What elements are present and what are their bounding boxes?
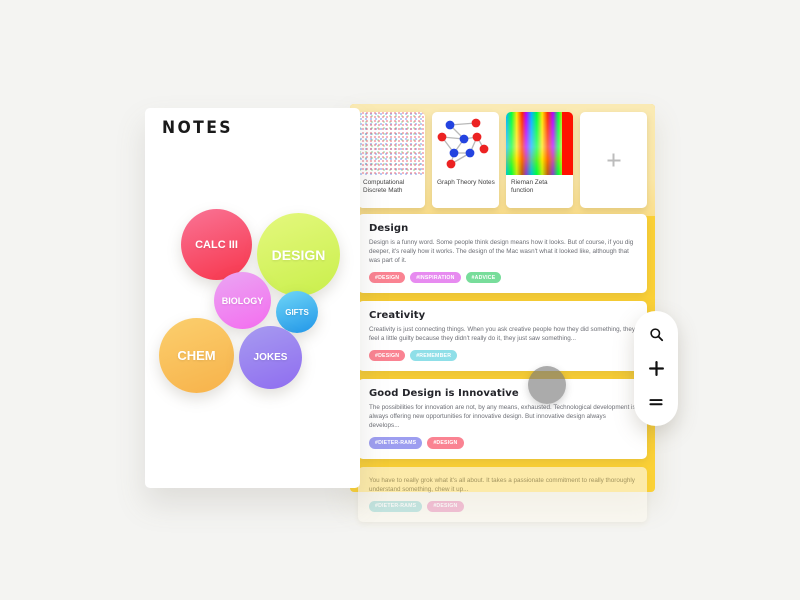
tag-chip[interactable]: #DESIGN	[369, 350, 406, 362]
category-bubble[interactable]: BIOLOGY	[214, 272, 271, 329]
cursor-pointer	[528, 366, 566, 404]
category-bubble-label: DESIGN	[271, 246, 326, 263]
category-bubble[interactable]: DESIGN	[257, 213, 340, 296]
tag-chip[interactable]: #DESIGN	[369, 272, 406, 284]
thumbnail-card[interactable]: Graph Theory Notes	[432, 112, 499, 208]
category-bubble-label: CALC III	[195, 238, 238, 251]
note-card[interactable]: Good Design is Innovative The possibiliti…	[358, 379, 647, 459]
tag-chip[interactable]: #REMEMBER	[410, 350, 458, 362]
tag-chip[interactable]: #ADVICE	[465, 272, 502, 284]
floating-toolbar	[634, 311, 678, 426]
thumbnail-label: Computational Discrete Math	[358, 175, 425, 208]
thumbnail-label: Rieman Zeta function	[506, 175, 573, 208]
menu-icon[interactable]	[645, 391, 667, 413]
note-card-list: Design Design is a funny word. Some peopl…	[358, 214, 647, 530]
note-card[interactable]: Design Design is a funny word. Some peopl…	[358, 214, 647, 294]
category-bubble[interactable]: CALC III	[181, 209, 252, 280]
category-bubble-label: CHEM	[177, 348, 216, 363]
category-bubble-label: JOKES	[253, 352, 288, 363]
note-card-body: The possibilities for innovation are not…	[369, 404, 636, 430]
notes-panel: NOTES CALC III DESIGN BIOLOGY GIFTS CHEM JOKE…	[145, 108, 360, 488]
note-card-tags: #DESIGN #REMEMBER	[369, 350, 636, 362]
add-icon[interactable]	[645, 357, 667, 379]
category-bubble[interactable]: JOKES	[239, 326, 302, 389]
category-bubble-label: BIOLOGY	[221, 295, 264, 306]
note-card-tags: #DESIGN #INSPIRATION #ADVICE	[369, 272, 636, 284]
note-card-body: Creativity is just connecting things. Wh…	[369, 326, 636, 343]
tag-chip[interactable]: #INSPIRATION	[410, 272, 461, 284]
board-panel: Computational Discrete Math Graph Theory …	[350, 104, 655, 522]
category-bubble[interactable]: CHEM	[159, 318, 234, 393]
search-icon[interactable]	[645, 324, 667, 346]
tag-chip[interactable]: #DESIGN	[427, 437, 464, 449]
add-plus-icon	[607, 153, 620, 167]
graph-network-art	[432, 112, 499, 175]
note-card-tags: #DIETER-RAMS #DESIGN	[369, 437, 636, 449]
category-bubble-cloud: CALC III DESIGN BIOLOGY GIFTS CHEM JOKES	[145, 108, 360, 488]
category-bubble-label: GIFTS	[285, 307, 309, 317]
dots-pattern-art	[358, 112, 425, 175]
note-card-body: Design is a funny word. Some people thin…	[369, 239, 634, 264]
thumbnail-label: Graph Theory Notes	[432, 175, 499, 208]
thumbnail-card[interactable]: Computational Discrete Math	[358, 112, 425, 208]
note-card[interactable]: Creativity Creativity is just connecting …	[358, 301, 647, 372]
thumbnail-card[interactable]: Rieman Zeta function	[506, 112, 573, 208]
domain-coloring-art	[506, 112, 573, 175]
note-card-body: You have to really grok what it's all ab…	[369, 476, 635, 493]
note-card[interactable]: You have to really grok what it's all ab…	[358, 466, 647, 522]
note-card-title: Design	[369, 223, 409, 234]
note-card-title: Good Design is Innovative	[369, 388, 519, 400]
app-root: Computational Discrete Math Graph Theory …	[0, 0, 800, 600]
tag-chip[interactable]: #DESIGN	[427, 500, 464, 512]
tag-chip[interactable]: #DIETER-RAMS	[369, 500, 423, 512]
thumbnail-row: Computational Discrete Math Graph Theory …	[358, 112, 647, 208]
category-bubble[interactable]: GIFTS	[276, 291, 318, 333]
note-card-tags: #DIETER-RAMS #DESIGN	[369, 500, 636, 512]
add-note-card[interactable]	[580, 112, 647, 208]
tag-chip[interactable]: #DIETER-RAMS	[369, 437, 423, 449]
note-card-title: Creativity	[369, 310, 426, 322]
